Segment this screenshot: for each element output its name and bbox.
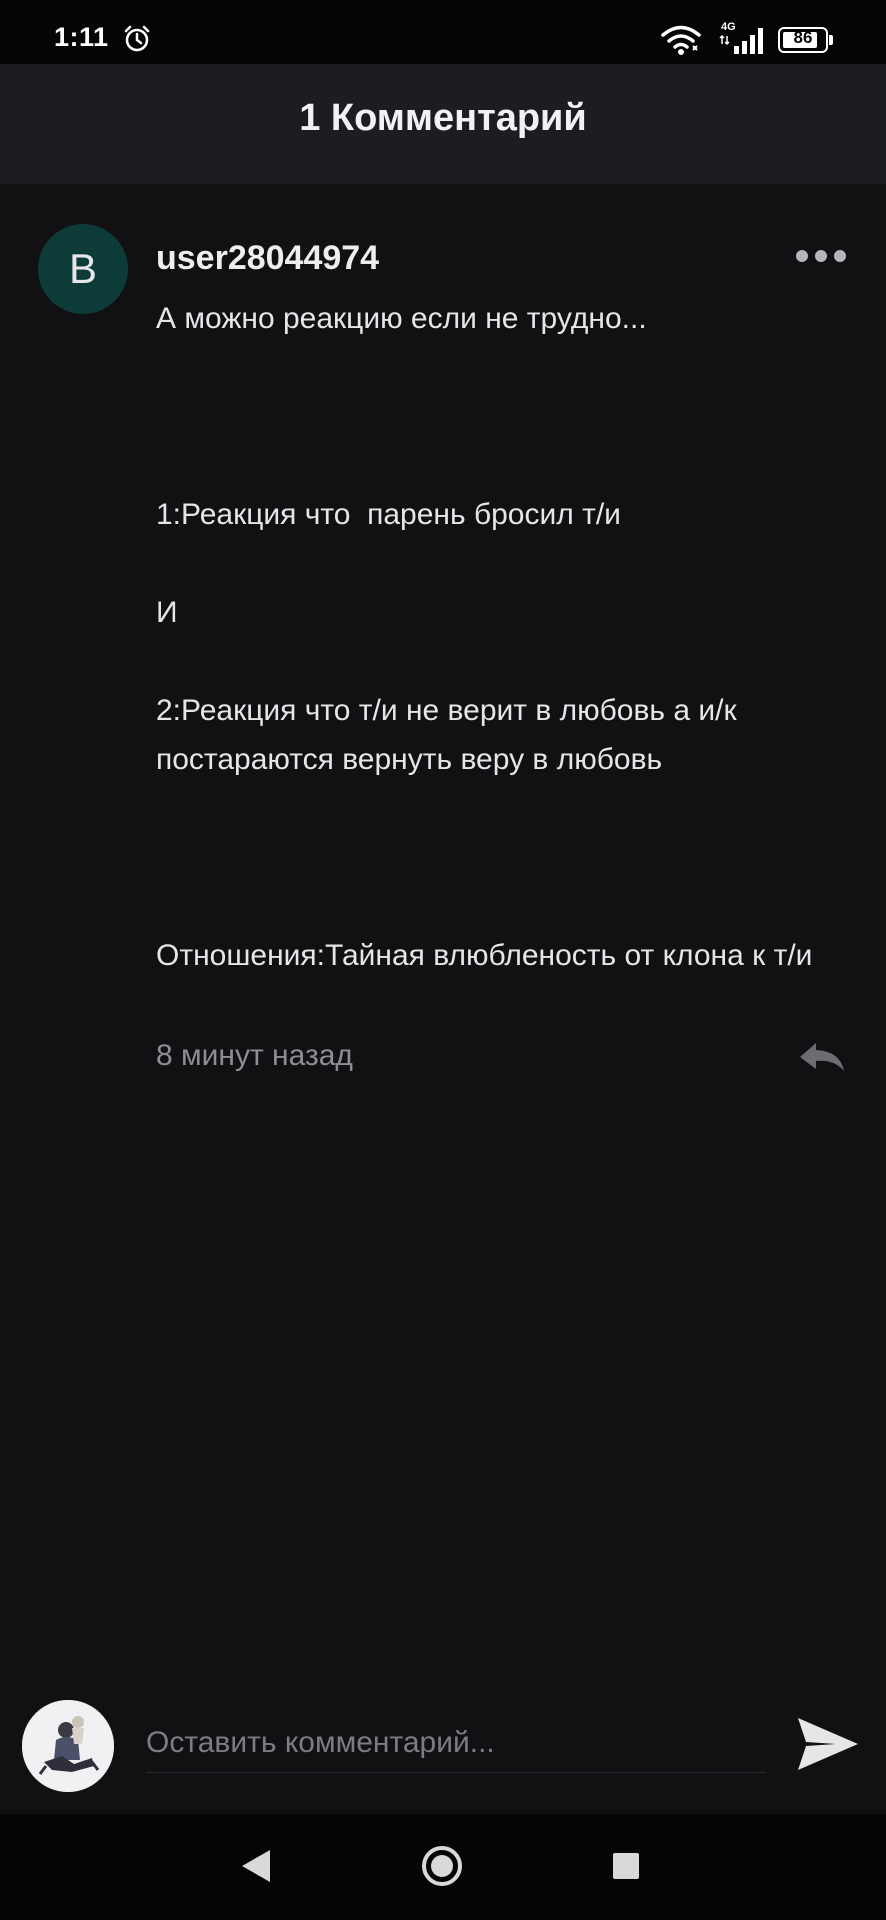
comment-line: [156, 882, 862, 931]
comment-line: [156, 441, 862, 490]
comment-line: [156, 343, 862, 392]
comment-composer: [0, 1690, 886, 1814]
comment-input[interactable]: [146, 1714, 766, 1773]
battery-percent: 86: [793, 28, 813, 47]
signal-icon: [719, 28, 763, 54]
comment-text: А можно реакцию если не трудно... 1:Реак…: [156, 294, 862, 980]
comment-line: [156, 784, 862, 833]
comment-author[interactable]: user28044974: [156, 239, 379, 278]
battery-icon: 86: [778, 27, 833, 53]
comment-line: 2:Реакция что т/и не верит в любовь а и/…: [156, 694, 745, 776]
comments-header: 1 Комментарий: [0, 64, 886, 184]
comment-line: А можно реакцию если не трудно...: [156, 302, 647, 335]
comment-timestamp: 8 минут назад: [156, 1039, 353, 1072]
user-avatar-image: [22, 1700, 114, 1792]
comment-line: [156, 637, 862, 686]
reply-icon[interactable]: [796, 1037, 848, 1077]
status-bar: 1:11 4G 86: [0, 0, 886, 64]
status-time: 1:11: [54, 22, 109, 52]
home-icon[interactable]: [420, 1844, 464, 1888]
comment-line: 1:Реакция что парень бросил т/и: [156, 498, 621, 531]
more-icon[interactable]: [794, 244, 848, 268]
recents-icon[interactable]: [612, 1852, 640, 1880]
battery-tip: [829, 35, 833, 45]
back-icon[interactable]: [240, 1848, 272, 1884]
system-nav-bar: [0, 1814, 886, 1920]
wifi-icon: [661, 25, 701, 55]
send-icon[interactable]: [796, 1712, 860, 1776]
comment-line: [156, 392, 862, 441]
comment-line: Отношения:Тайная влюбленость от клона к …: [156, 939, 813, 972]
comment-line: [156, 833, 862, 882]
author-avatar[interactable]: B: [38, 224, 128, 314]
page-title: 1 Комментарий: [299, 97, 587, 139]
user-avatar[interactable]: [22, 1700, 114, 1792]
comment-line: [156, 539, 862, 588]
comment-line: И: [156, 596, 178, 629]
alarm-icon: [124, 25, 150, 52]
